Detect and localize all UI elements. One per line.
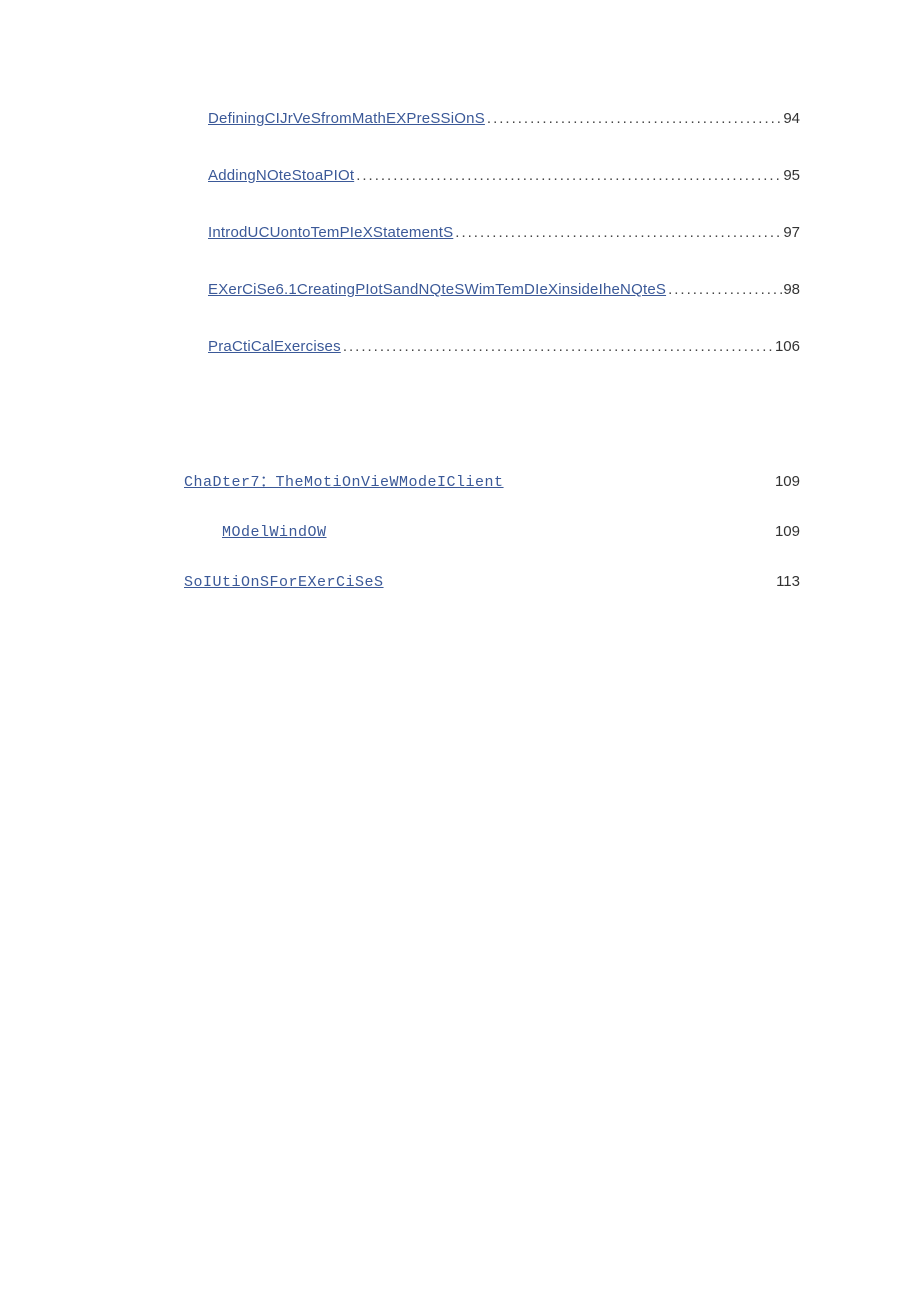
toc-leader-dots [668,281,783,298]
toc-entry: ChaDter7：TheMotiOnVieWModeIClient 109 [184,470,800,491]
toc-link-chapter-7[interactable]: ChaDter7：TheMotiOnVieWModeIClient [184,470,504,491]
toc-entry: EXerCiSe6.1CreatingPIotSandNQteSWimTemDI… [208,281,800,298]
toc-link-adding-notes[interactable]: AddingNOteStoaPIOt [208,167,354,184]
toc-entry: MOdelWindOW 109 [222,523,800,541]
toc-link-defining-curves[interactable]: DefiningCIJrVeSfromMathEXPreSSiOnS [208,110,485,127]
toc-page-number: 109 [775,523,800,540]
document-page: DefiningCIJrVeSfromMathEXPreSSiOnS 94 Ad… [0,0,920,591]
toc-entry: PraCtiCalExercises 106 [208,338,800,355]
toc-link-model-window[interactable]: MOdelWindOW [222,524,327,541]
toc-entry: DefiningCIJrVeSfromMathEXPreSSiOnS 94 [208,110,800,127]
toc-leader-dots [455,224,783,241]
toc-page-number: 113 [776,573,800,590]
toc-leader-dots [356,167,783,184]
toc-leader-dots [487,110,783,127]
toc-leader-dots [343,338,775,355]
section-spacer [120,395,800,470]
toc-dotted-section: DefiningCIJrVeSfromMathEXPreSSiOnS 94 Ad… [208,110,800,355]
toc-page-number: 109 [775,473,800,490]
toc-entry: IntrodUCUontoTemPIeXStatementS 97 [208,224,800,241]
toc-page-number: 95 [783,167,800,184]
toc-page-number: 94 [783,110,800,127]
toc-link-exercise-6-1[interactable]: EXerCiSe6.1CreatingPIotSandNQteSWimTemDI… [208,281,666,298]
toc-link-practical-exercises[interactable]: PraCtiCalExercises [208,338,341,355]
toc-link-intro-templex[interactable]: IntrodUCUontoTemPIeXStatementS [208,224,453,241]
toc-page-number: 98 [783,281,800,298]
toc-entry: SoIUtiOnSForEXerCiSeS 113 [184,573,800,591]
toc-link-solutions[interactable]: SoIUtiOnSForEXerCiSeS [184,574,384,591]
toc-entry: AddingNOteStoaPIOt 95 [208,167,800,184]
toc-page-number: 97 [783,224,800,241]
toc-mono-section: ChaDter7：TheMotiOnVieWModeIClient 109 MO… [184,470,800,591]
toc-page-number: 106 [775,338,800,355]
